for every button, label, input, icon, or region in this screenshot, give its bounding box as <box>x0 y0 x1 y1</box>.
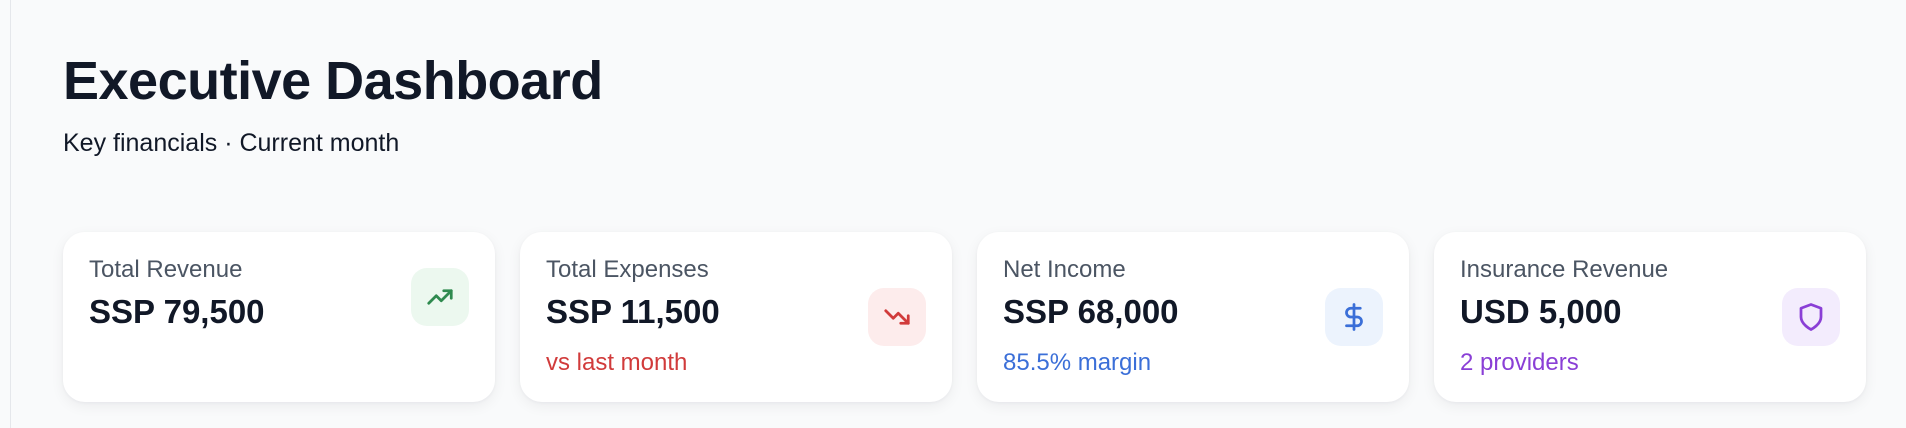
trending-up-icon <box>411 268 469 326</box>
kpi-card-net-income[interactable]: Net Income SSP 68,000 85.5% margin <box>977 232 1409 402</box>
kpi-note: 85.5% margin <box>1003 348 1152 376</box>
dollar-sign-icon <box>1325 288 1383 346</box>
kpi-label: Insurance Revenue <box>1460 256 1669 283</box>
shield-icon <box>1782 288 1840 346</box>
kpi-label: Net Income <box>1003 256 1126 283</box>
dashboard-page: Executive Dashboard Key financials · Cur… <box>10 0 1906 428</box>
kpi-note: vs last month <box>546 348 688 376</box>
kpi-card-total-revenue[interactable]: Total Revenue SSP 79,500 <box>63 232 495 402</box>
kpi-card-total-expenses[interactable]: Total Expenses SSP 11,500 vs last month <box>520 232 952 402</box>
page-title: Executive Dashboard <box>63 51 603 111</box>
page-subtitle: Key financials · Current month <box>63 129 400 158</box>
kpi-cards: Total Revenue SSP 79,500 Total Expenses … <box>63 232 1866 402</box>
kpi-label: Total Expenses <box>546 256 709 283</box>
page-header: Executive Dashboard Key financials · Cur… <box>63 51 603 158</box>
kpi-note: 2 providers <box>1460 348 1579 376</box>
trending-down-icon <box>868 288 926 346</box>
kpi-card-insurance-revenue[interactable]: Insurance Revenue USD 5,000 2 providers <box>1434 232 1866 402</box>
